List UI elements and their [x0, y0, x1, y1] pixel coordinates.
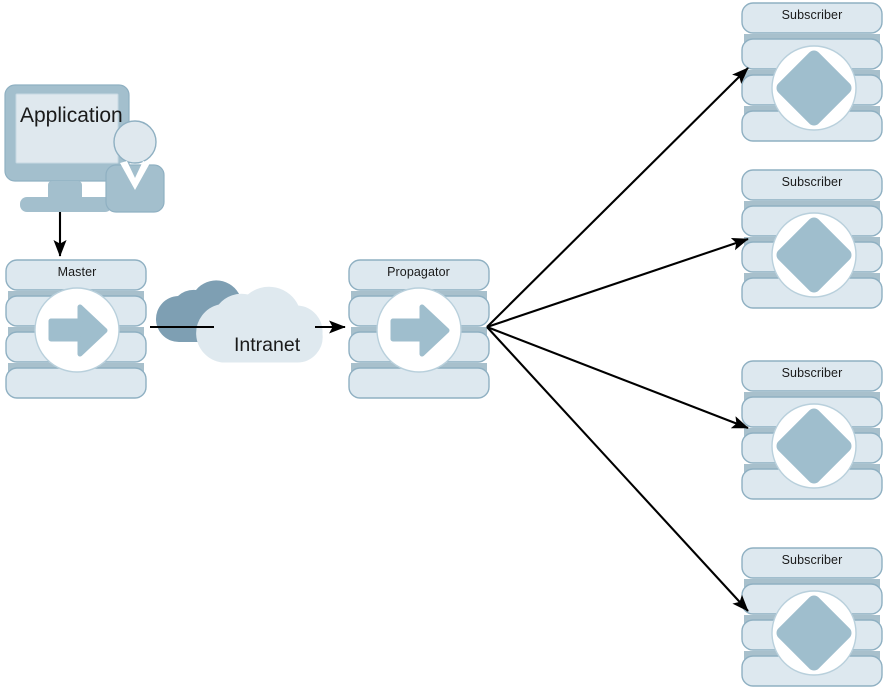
database-arrow-icon — [377, 288, 461, 372]
connector-propagator-to-subscriber-4 — [486, 326, 749, 612]
intranet-cloud[interactable] — [155, 280, 323, 363]
node-subscriber-2[interactable] — [741, 169, 883, 309]
node-subscriber-4[interactable] — [741, 547, 883, 687]
node-subscriber-1[interactable] — [741, 2, 883, 142]
diagram-graphics — [4, 2, 883, 687]
user-icon — [113, 120, 157, 164]
application-workstation[interactable] — [4, 84, 165, 213]
database-diamond-icon — [772, 404, 856, 488]
connector-propagator-to-subscriber-1 — [486, 67, 749, 328]
monitor-screen — [15, 93, 119, 164]
connector-propagator-to-subscriber-2 — [486, 237, 749, 328]
node-subscriber-3[interactable] — [741, 360, 883, 500]
diagram-canvas: Application Intranet Master Propagator S… — [0, 0, 884, 689]
monitor-base — [20, 197, 112, 212]
node-master[interactable] — [5, 259, 147, 399]
database-diamond-icon — [772, 213, 856, 297]
database-diamond-icon — [772, 591, 856, 675]
database-arrow-icon — [35, 288, 119, 372]
database-diamond-icon — [772, 46, 856, 130]
connector-propagator-to-subscriber-3 — [486, 326, 749, 429]
node-propagator[interactable] — [348, 259, 490, 399]
